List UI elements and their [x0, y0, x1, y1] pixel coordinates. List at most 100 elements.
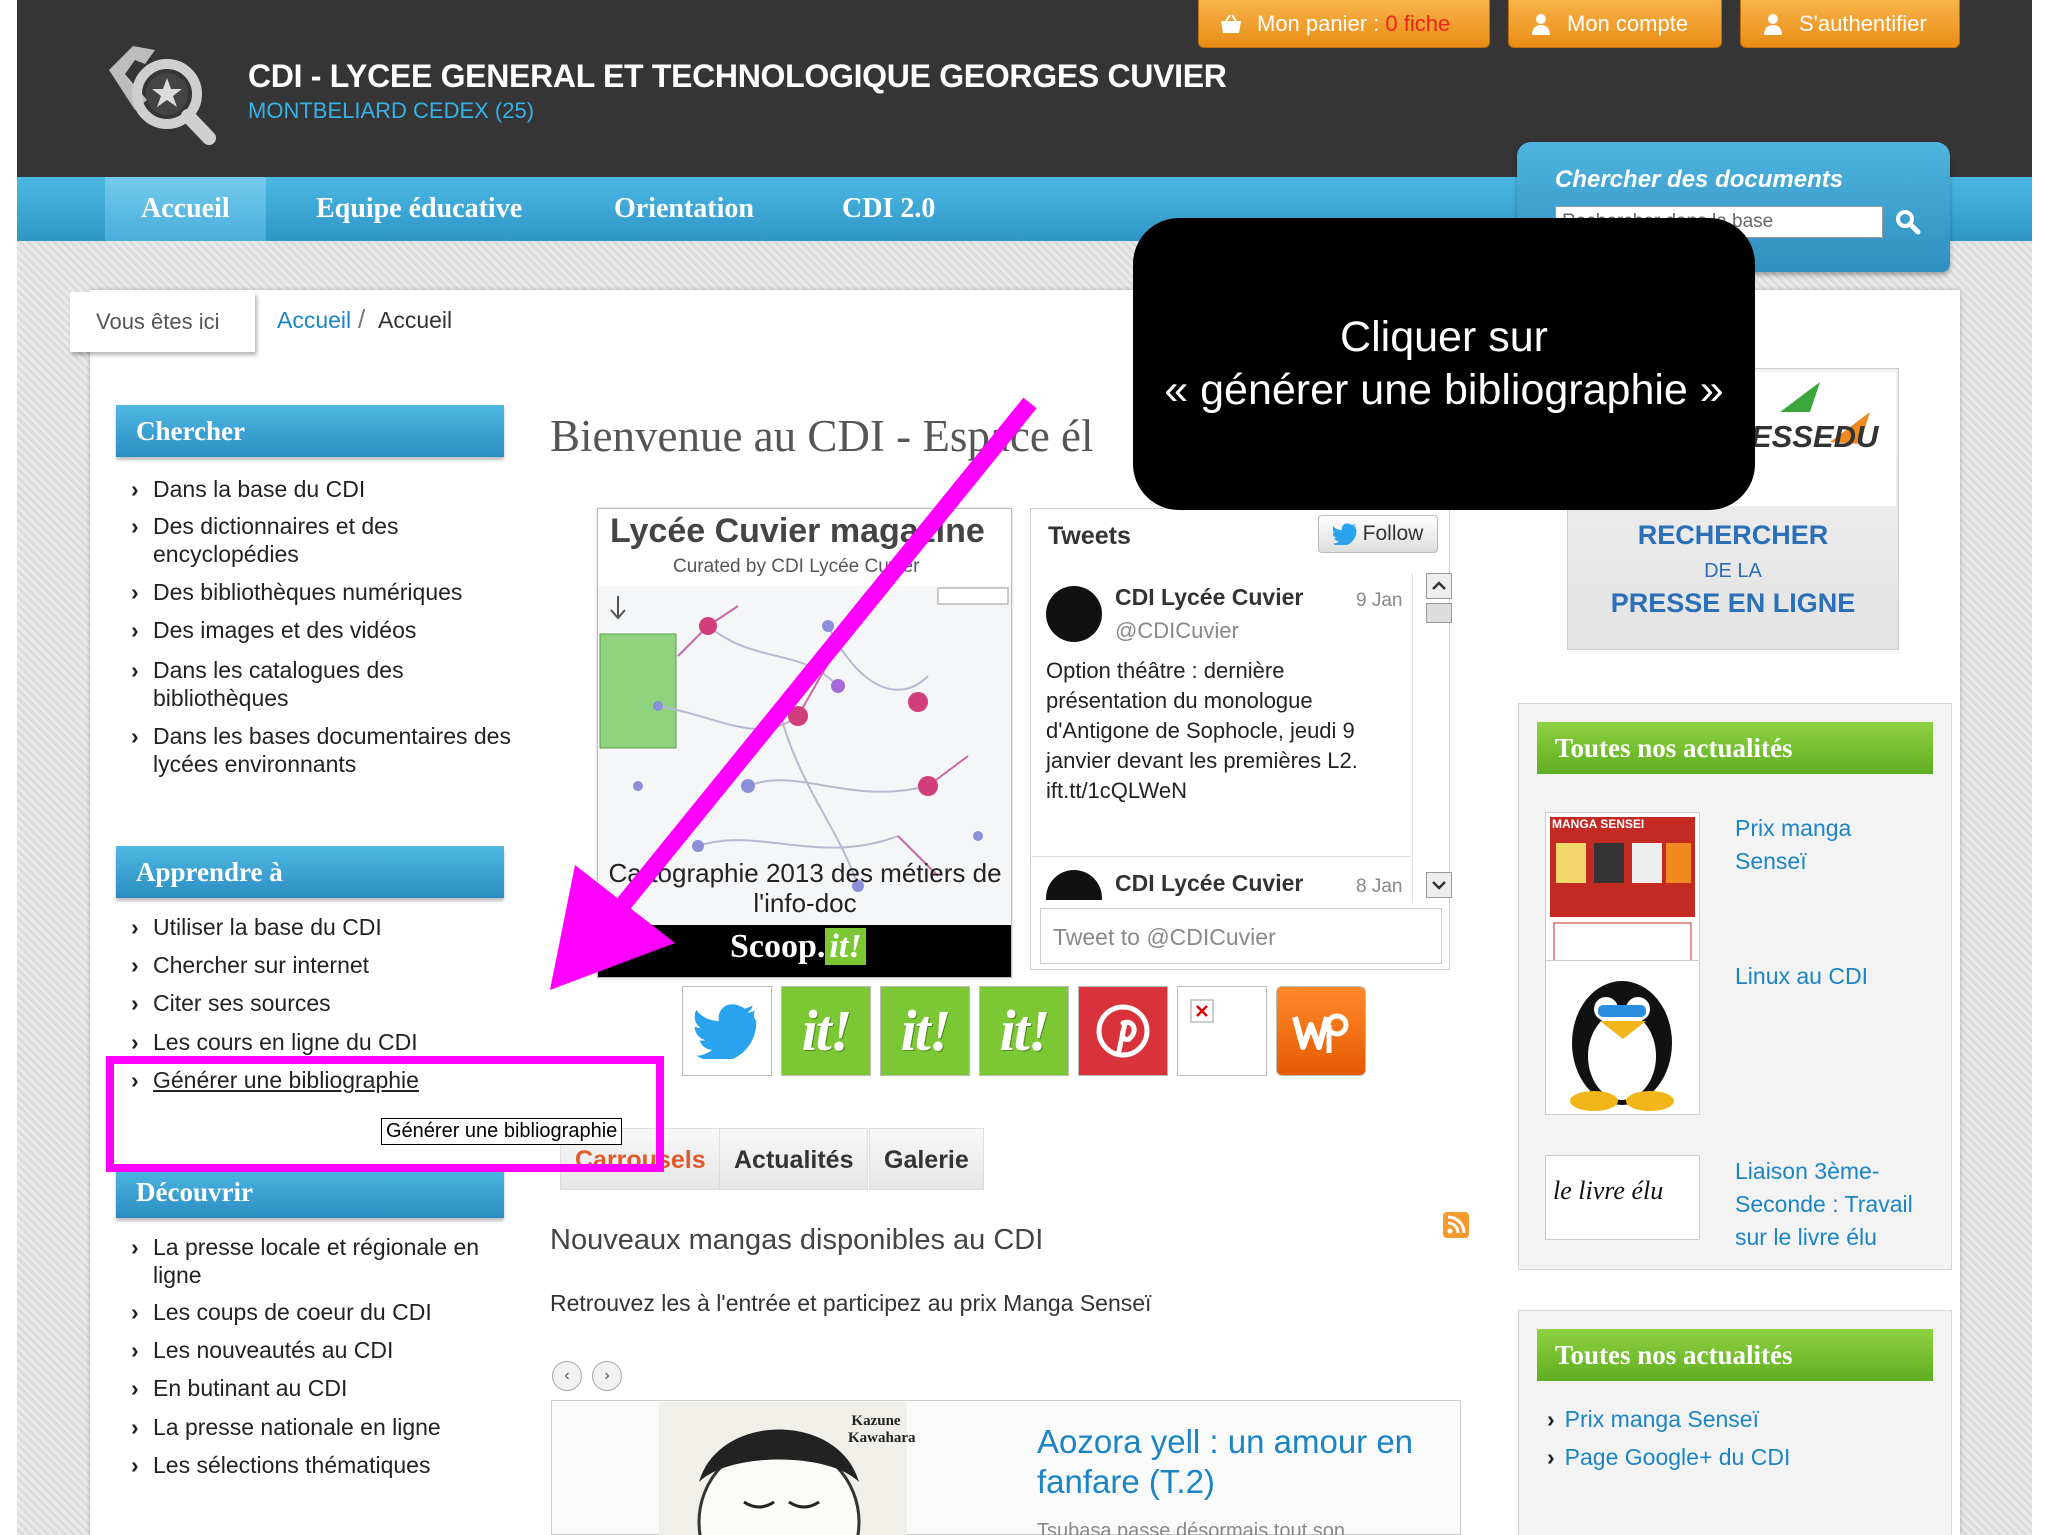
sidebar-heading-decouvrir: Découvrir [116, 1166, 504, 1218]
user-icon [1764, 13, 1782, 35]
follow-button[interactable]: Follow [1318, 515, 1438, 553]
sidebar-item-label: Dans la base du CDI [153, 476, 366, 502]
scoopit-icon: it! [900, 998, 952, 1063]
manga-sensei-thumbnail[interactable] [1545, 812, 1700, 967]
basket-label: Mon panier : [1257, 10, 1386, 36]
nav-item-equipe[interactable]: Equipe éducative [280, 177, 558, 241]
tweet-text: Option théâtre : dernière présentation d… [1046, 658, 1358, 803]
tab-galerie[interactable]: Galerie [869, 1128, 984, 1190]
sidebar-item[interactable]: Citer ses sources [131, 989, 513, 1017]
presse-line-3: PRESSE EN LIGNE [1610, 588, 1856, 618]
carousel-next-button[interactable]: › [592, 1361, 622, 1391]
twitter-bird-icon [694, 1004, 757, 1059]
breadcrumb-separator: / [358, 304, 366, 334]
sidebar-item-label: Citer ses sources [153, 990, 331, 1016]
broken-image-icon [1190, 999, 1214, 1023]
carousel-prev-button[interactable]: ‹ [552, 1361, 582, 1391]
sidebar-item[interactable]: Dans les catalogues des bibliothèques [131, 656, 513, 712]
news-panel-1-heading: Toutes nos actualités [1537, 722, 1933, 774]
carousel-item-text: Tsubasa passe désormais tout son [1037, 1520, 1345, 1535]
login-button[interactable]: S'authentifier [1740, 0, 1960, 48]
manga-sensei-thumb-text: MANGA SENSEI [1552, 817, 1645, 831]
sidebar-item[interactable]: Dans les bases documentaires des lycées … [131, 722, 513, 778]
site-subtitle: MONTBELIARD CEDEX (25) [248, 98, 535, 123]
news-title: Nouveaux mangas disponibles au CDI [550, 1224, 1044, 1256]
broken-image-button[interactable] [1177, 986, 1267, 1076]
scroll-thumb[interactable] [1426, 603, 1452, 623]
linux-penguin-thumbnail[interactable] [1545, 960, 1700, 1115]
tweet-divider [1030, 856, 1410, 857]
sidebar-item-label: La presse locale et régionale en ligne [153, 1234, 480, 1288]
twitter-bird-icon [1332, 523, 1357, 545]
news-link-prix-manga-2[interactable]: Prix manga Senseï [1547, 1406, 1759, 1433]
scroll-down-button[interactable] [1426, 872, 1452, 898]
sidebar-item[interactable]: Les coups de coeur du CDI [131, 1298, 513, 1326]
scoopit-icon: it! [999, 998, 1051, 1063]
tweet-input[interactable]: Tweet to @CDICuvier [1040, 908, 1442, 964]
sidebar-item-label: Des bibliothèques numériques [153, 579, 463, 605]
site-logo-icon [109, 46, 216, 145]
tweet-author-name[interactable]: CDI Lycée Cuvier [1115, 584, 1303, 611]
rss-icon[interactable] [1443, 1212, 1469, 1238]
sidebar-item[interactable]: La presse nationale en ligne [131, 1413, 513, 1441]
tweet-date[interactable]: 8 Jan [1356, 876, 1402, 898]
manga-sensei-poster [1546, 813, 1699, 966]
news-link-prix-manga[interactable]: Prix manga Senseï [1735, 812, 1915, 878]
sidebar-item[interactable]: Des dictionnaires et des encyclopédies [131, 512, 513, 568]
highlight-box [106, 1056, 664, 1172]
scoopit-button[interactable]: it! [781, 986, 871, 1076]
sidebar-item[interactable]: Des bibliothèques numériques [131, 578, 513, 606]
sidebar-item[interactable]: Chercher sur internet [131, 951, 513, 979]
sidebar-item-label: Chercher sur internet [153, 952, 370, 978]
tweet-date[interactable]: 9 Jan [1356, 590, 1402, 612]
sidebar-heading-apprendre: Apprendre à [116, 846, 504, 898]
sidebar-item-label: Utiliser la base du CDI [153, 914, 382, 940]
tab-actualites[interactable]: Actualités [719, 1128, 869, 1190]
nav-item-accueil[interactable]: Accueil [105, 177, 266, 241]
sidebar-item[interactable]: Utiliser la base du CDI [131, 913, 513, 941]
sidebar-item[interactable]: En butinant au CDI [131, 1374, 513, 1402]
carousel-item-title[interactable]: Aozora yell : un amour en fanfare (T.2) [1037, 1422, 1447, 1502]
sidebar-item-label: Les nouveautés au CDI [153, 1337, 394, 1363]
page: CDI - LYCEE GENERAL ET TECHNOLOGIQUE GEO… [0, 0, 2048, 1535]
account-button[interactable]: Mon compte [1508, 0, 1722, 48]
nav-item-cdi20[interactable]: CDI 2.0 [806, 177, 971, 241]
sidebar-item[interactable]: Dans la base du CDI [131, 475, 513, 503]
news-link-google-plus[interactable]: Page Google+ du CDI [1547, 1444, 1791, 1471]
pinterest-button[interactable] [1078, 986, 1168, 1076]
basket-icon [1221, 13, 1241, 33]
news-link-liaison[interactable]: Liaison 3ème-Seconde : Travail sur le li… [1735, 1155, 1915, 1254]
tweet-author-name[interactable]: CDI Lycée Cuvier [1115, 870, 1303, 897]
wp-share-button[interactable] [1276, 986, 1366, 1076]
news-link-linux[interactable]: Linux au CDI [1735, 960, 1915, 993]
tweet-avatar[interactable] [1046, 586, 1102, 642]
sidebar-item[interactable]: La presse locale et régionale en ligne [131, 1233, 513, 1289]
scroll-up-button[interactable] [1426, 573, 1452, 599]
tweet-author-handle[interactable]: @CDICuvier [1115, 618, 1239, 644]
scoopit-button[interactable]: it! [979, 986, 1069, 1076]
news-panel-2-heading: Toutes nos actualités [1537, 1329, 1933, 1381]
manga-cover-author: Kazune Kawahara [848, 1413, 916, 1446]
scoopit-icon: it! [801, 998, 853, 1063]
callout-line-2: « générer une bibliographie » [1164, 366, 1724, 414]
sidebar-item-label: Des images et des vidéos [153, 617, 417, 643]
sidebar-heading-chercher: Chercher [116, 405, 504, 457]
chevron-left-icon: ‹ [564, 1367, 570, 1384]
pointer-arrow-icon [550, 397, 1037, 990]
sidebar-item[interactable]: Les cours en ligne du CDI [131, 1028, 513, 1056]
sidebar-item-label: Dans les bases documentaires des lycées … [153, 723, 511, 777]
sidebar-item[interactable]: Les nouveautés au CDI [131, 1336, 513, 1364]
tooltip: Générer une bibliographie [381, 1118, 623, 1145]
search-icon[interactable] [1892, 206, 1924, 238]
sidebar-item[interactable]: Des images et des vidéos [131, 616, 513, 644]
account-label: Mon compte [1567, 10, 1689, 36]
basket-button[interactable]: Mon panier : 0 fiche [1198, 0, 1490, 48]
sidebar-item[interactable]: Les sélections thématiques [131, 1451, 513, 1479]
twitter-share-button[interactable] [682, 986, 772, 1076]
search-title: Chercher des documents [1555, 166, 1844, 193]
callout-line-1: Cliquer sur [1340, 313, 1548, 361]
scoopit-button[interactable]: it! [880, 986, 970, 1076]
breadcrumb-link-accueil[interactable]: Accueil [277, 307, 351, 334]
nav-item-orientation[interactable]: Orientation [578, 177, 790, 241]
tweets-title: Tweets [1048, 522, 1131, 550]
